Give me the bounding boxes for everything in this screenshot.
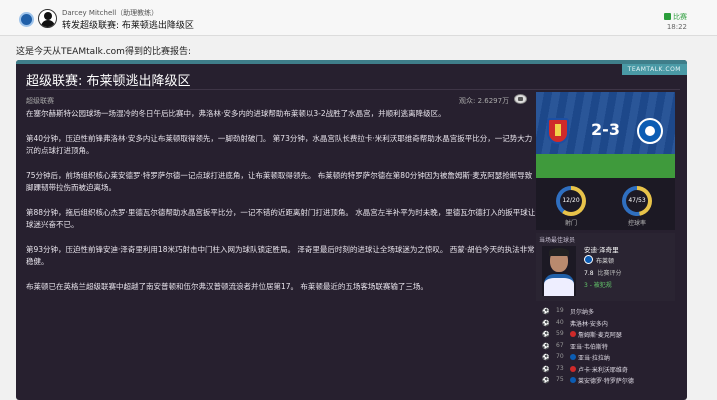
event-player: 亚当·韦伯斯特: [570, 343, 608, 351]
final-score: 2-3: [591, 120, 620, 139]
club-crest-icon: [584, 255, 593, 264]
match-sidebar: 2-3 12/20 射门 47/53 控球率 当场最佳球员 安迪·泽奇里 布莱顿…: [536, 92, 686, 400]
player-of-match-card[interactable]: 当场最佳球员 安迪·泽奇里 布莱顿 7.8 比赛评分 3 - 被犯规: [536, 233, 675, 301]
shots-ring: 12/20: [556, 186, 586, 216]
event-minute: 70: [556, 353, 564, 360]
goal-icon: ⚽: [542, 354, 550, 361]
event-player: 卢卡·米利沃耶维奇: [578, 366, 628, 374]
message-header: Darcey Mitchell（助理教练） 转发超级联赛: 布莱顿逃出降级区 比…: [0, 0, 717, 36]
stadium-icon: [514, 94, 527, 104]
paragraph: 第88分钟，拖后组织核心杰罗·里德瓦尔德帮助水晶宫扳平比分，一记不错的近距离射门…: [26, 207, 536, 230]
event-minute: 40: [556, 318, 564, 326]
stats-card: 12/20 射门 47/53 控球率: [536, 178, 675, 230]
club-badge-icon: [570, 331, 576, 337]
score-card[interactable]: 2-3: [536, 92, 675, 178]
club-badge-icon: [570, 377, 576, 383]
goal-icon: ⚽: [542, 377, 550, 384]
player-club[interactable]: 布莱顿: [596, 256, 614, 265]
source-badge: TEAMTALK.COM: [621, 64, 687, 75]
possession-label: 控球率: [627, 220, 646, 227]
shots-label: 射门: [564, 220, 577, 227]
goal-icon: ⚽: [542, 308, 550, 315]
pom-title: 当场最佳球员: [539, 237, 576, 244]
event-player: 莱安德罗·特罗萨尔德: [578, 378, 634, 385]
player-fouled: 3 - 被犯规: [584, 282, 612, 289]
article-title: 超级联赛: 布莱顿逃出降级区: [26, 74, 191, 89]
event-row[interactable]: ⚽ 70 亚当·拉拉纳: [536, 351, 686, 363]
article-top-bar: [16, 60, 687, 64]
goal-icon: ⚽: [542, 319, 550, 327]
possession-ring: 47/53: [622, 186, 652, 216]
article-body: 在塞尔赫斯特公园球场一场湿冷的冬日午后比赛中，弗洛林·安多内的进球帮助布莱顿以3…: [26, 108, 536, 305]
paragraph: 布莱顿已在英格兰超级联赛中超越了南安普顿和伍尔弗汉普顿流浪者并位居第17。 布莱…: [26, 281, 428, 291]
event-row[interactable]: ⚽ 40 弗洛林·安多内: [536, 317, 686, 329]
tag-icon: [664, 13, 671, 20]
event-minute: 59: [556, 330, 564, 337]
club-badge-icon: [570, 365, 576, 372]
forward-icon: [19, 12, 34, 27]
event-minute: 19: [556, 307, 564, 314]
sender-avatar: [38, 9, 57, 28]
match-tag[interactable]: 比赛: [664, 12, 687, 22]
event-player: 詹姆斯·麦克阿瑟: [578, 332, 622, 339]
player-photo: [542, 246, 576, 296]
article-category[interactable]: 超级联赛: [26, 96, 54, 106]
match-tag-label: 比赛: [673, 13, 687, 21]
event-minute: 67: [556, 341, 564, 349]
shots-value: 12/20: [560, 190, 582, 212]
possession-value: 47/53: [626, 190, 648, 212]
event-row[interactable]: ⚽ 19 贝尔纳多: [536, 305, 686, 317]
attendance: 观众: 2.6297万: [459, 97, 510, 105]
event-row[interactable]: ⚽ 67 亚当·韦伯斯特: [536, 340, 686, 352]
event-minute: 73: [556, 364, 564, 372]
event-row[interactable]: ⚽ 75 莱安德罗·特罗萨尔德: [536, 374, 686, 386]
event-minute: 75: [556, 376, 564, 383]
event-row[interactable]: ⚽ 59 詹姆斯·麦克阿瑟: [536, 328, 686, 340]
player-name[interactable]: 安迪·泽奇里: [584, 244, 619, 254]
sender-name[interactable]: Darcey Mitchell（助理教练）: [62, 8, 158, 18]
goal-icon: ⚽: [542, 365, 550, 373]
player-rating: 7.8 比赛评分: [584, 268, 622, 277]
event-row[interactable]: ⚽ 73 卢卡·米利沃耶维奇: [536, 363, 686, 375]
event-player: 亚当·拉拉纳: [578, 355, 610, 362]
rating-label: 比赛评分: [597, 270, 622, 277]
goal-icon: ⚽: [542, 331, 550, 338]
paragraph: 第93分钟，压迫性前锋安迪·泽奇里利用18米巧射击中门柱入网为球队锁定胜局。 泽…: [26, 244, 535, 267]
message-time: 18:22: [666, 23, 687, 31]
match-events-list: ⚽ 19 贝尔纳多 ⚽ 40 弗洛林·安多内 ⚽ 59 詹姆斯·麦克阿瑟 ⚽ 67 亚当·韦伯斯特 ⚽ 7…: [536, 305, 686, 386]
paragraph: 在塞尔赫斯特公园球场一场湿冷的冬日午后比赛中，弗洛林·安多内的进球帮助布莱顿以3…: [26, 109, 446, 118]
goal-icon: ⚽: [542, 342, 550, 350]
paragraph: 第40分钟，压迫性前锋弗洛林·安多内让布莱顿取得领先，一脚劲射破门。 第73分钟…: [26, 133, 533, 156]
event-player: 贝尔纳多: [570, 309, 595, 316]
article-panel: TEAMTALK.COM 超级联赛: 布莱顿逃出降级区 超级联赛 观众: 2.6…: [16, 60, 687, 400]
message-subject: 转发超级联赛: 布莱顿逃出降级区: [62, 21, 194, 31]
event-player: 弗洛林·安多内: [570, 320, 608, 328]
intro-text: 这是今天从TEAMtalk.com得到的比赛报告:: [16, 47, 191, 57]
club-badge-icon: [570, 354, 576, 360]
divider: [26, 89, 680, 90]
paragraph: 75分钟后，前场组织核心莱安德罗·特罗萨尔德一记点球打进底角，让布莱顿取得领先。…: [26, 170, 533, 193]
rating-value: 7.8: [584, 270, 594, 277]
